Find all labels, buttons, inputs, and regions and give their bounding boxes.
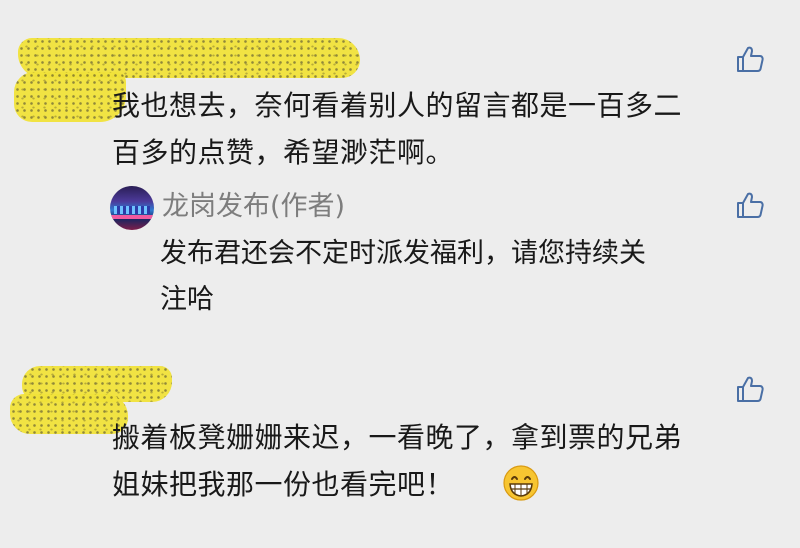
- reply-author-name[interactable]: 龙岗发布(作者): [162, 192, 345, 222]
- comment-text-line: 百多的点赞，希望渺茫啊。: [112, 136, 455, 169]
- reply-text-line: 发布君还会不定时派发福利，请您持续关: [160, 238, 646, 269]
- comment-text-line: 姐妹把我那一份也看完吧！: [112, 468, 455, 501]
- redacted-avatar: [10, 394, 128, 434]
- like-icon[interactable]: [735, 374, 765, 404]
- grinning-face-emoji-icon: [503, 465, 539, 501]
- reply-text-line: 注哈: [160, 284, 214, 315]
- author-avatar[interactable]: [110, 186, 154, 230]
- redacted-avatar: [14, 72, 126, 122]
- reply-text: 发布君还会不定时派发福利，请您持续关 注哈: [160, 231, 646, 323]
- comment-text: 我也想去，奈何看着别人的留言都是一百多二 百多的点赞，希望渺茫啊。: [112, 82, 682, 176]
- like-icon[interactable]: [735, 44, 765, 74]
- comment-text: 搬着板凳姗姗来迟，一看晚了，拿到票的兄弟 姐妹把我那一份也看完吧！: [112, 414, 682, 508]
- like-icon[interactable]: [735, 190, 765, 220]
- comment-text-line: 搬着板凳姗姗来迟，一看晚了，拿到票的兄弟: [112, 421, 683, 454]
- comment-text-line: 我也想去，奈何看着别人的留言都是一百多二: [112, 89, 683, 122]
